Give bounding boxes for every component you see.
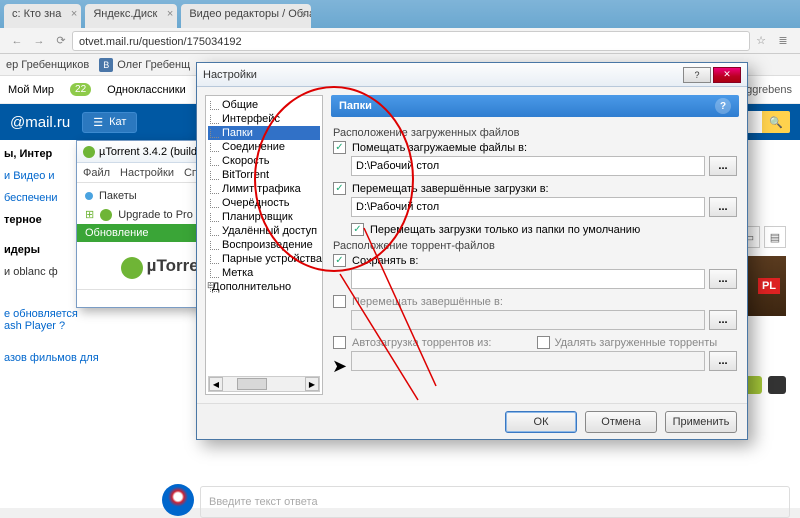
- settings-tree[interactable]: Общие Интерфейс Папки Соединение Скорост…: [205, 95, 323, 395]
- browse-button[interactable]: ...: [709, 156, 737, 176]
- nav-link[interactable]: Мой Мир: [8, 84, 54, 96]
- tree-remote[interactable]: Удалённый доступ: [208, 224, 320, 238]
- checkbox-save-torrents[interactable]: [333, 254, 346, 267]
- apple-icon[interactable]: [768, 376, 786, 394]
- bookmark-item[interactable]: ер Гребенщиков: [6, 59, 89, 71]
- tree-scheduler[interactable]: Планировщик: [208, 210, 320, 224]
- forward-icon[interactable]: →: [28, 30, 50, 52]
- ok-button[interactable]: ОК: [505, 411, 577, 433]
- nav-link[interactable]: Одноклассники: [107, 84, 186, 96]
- tab-label: с: Кто зна: [12, 8, 61, 20]
- checkbox-move-torrents[interactable]: [333, 295, 346, 308]
- browser-tab[interactable]: с: Кто зна ×: [4, 4, 81, 28]
- utorrent-icon: [83, 146, 95, 158]
- tree-general[interactable]: Общие: [208, 98, 320, 112]
- checkbox-label: Перемещать завершённые загрузки в:: [352, 183, 549, 195]
- menu-file[interactable]: Файл: [83, 167, 110, 179]
- tree-speed[interactable]: Скорость: [208, 154, 320, 168]
- answer-input[interactable]: Введите текст ответа: [200, 486, 790, 518]
- question-link[interactable]: азов фильмов для: [4, 352, 156, 364]
- badge: 22: [70, 83, 91, 96]
- tree-queue[interactable]: Очерёдность: [208, 196, 320, 210]
- browser-tab[interactable]: Видео редакторы / Обла×: [181, 4, 311, 28]
- bookmark-label: Олег Гребенщ: [117, 59, 190, 71]
- browse-button[interactable]: ...: [709, 269, 737, 289]
- group-label: Расположение загруженных файлов: [333, 127, 737, 139]
- checkbox-move-completed[interactable]: [333, 182, 346, 195]
- tree-paired[interactable]: Парные устройства: [208, 252, 320, 266]
- checkbox-label: Перемещать загрузки только из папки по у…: [370, 224, 640, 236]
- mailru-logo[interactable]: @mail.ru: [10, 114, 70, 131]
- url-text: otvet.mail.ru/question/175034192: [79, 36, 242, 48]
- checkbox-delete-loaded[interactable]: [537, 336, 550, 349]
- bookmark-label: ер Гребенщиков: [6, 59, 89, 71]
- tree-connection[interactable]: Соединение: [208, 140, 320, 154]
- help-button[interactable]: ?: [683, 67, 711, 83]
- upgrade-icon: [100, 209, 112, 221]
- checkbox-autoload[interactable]: [333, 336, 346, 349]
- close-icon[interactable]: ×: [71, 8, 77, 20]
- browse-button[interactable]: ...: [709, 351, 737, 371]
- checkbox-label: Сохранять в:: [352, 255, 418, 267]
- dialog-title: Настройки: [203, 69, 257, 81]
- apply-button[interactable]: Применить: [665, 411, 737, 433]
- cancel-button[interactable]: Отмена: [585, 411, 657, 433]
- tab-label: Видео редакторы / Обла: [189, 8, 311, 20]
- tree-advanced[interactable]: Дополнительно: [208, 280, 320, 294]
- checkbox-label: Перемещать завершённые в:: [352, 296, 503, 308]
- tree-label[interactable]: Метка: [208, 266, 320, 280]
- close-button[interactable]: ✕: [713, 67, 741, 83]
- path-completed[interactable]: [351, 197, 705, 217]
- browse-button[interactable]: ...: [709, 197, 737, 217]
- tree-traffic[interactable]: Лимит трафика: [208, 182, 320, 196]
- browse-button[interactable]: ...: [709, 310, 737, 330]
- group-label: Расположение торрент-файлов: [333, 240, 737, 252]
- checkbox-put-downloading[interactable]: [333, 141, 346, 154]
- address-bar[interactable]: otvet.mail.ru/question/175034192: [72, 31, 750, 51]
- panel-heading: Папки ?: [331, 95, 739, 117]
- placeholder-text: Введите текст ответа: [209, 496, 318, 508]
- horizontal-scrollbar[interactable]: ◀▶: [208, 376, 320, 392]
- question-link[interactable]: е обновляетсяash Player ?: [4, 308, 156, 332]
- bookmark-item[interactable]: B Олег Гребенщ: [99, 58, 190, 72]
- checkbox-label: Автозагрузка торрентов из:: [352, 337, 491, 349]
- path-torrents[interactable]: [351, 269, 705, 289]
- checkbox-default-only[interactable]: [351, 223, 364, 236]
- tab-label: Яндекс.Диск: [93, 8, 157, 20]
- menu-settings[interactable]: Настройки: [120, 167, 174, 179]
- star-icon[interactable]: ☆: [750, 30, 772, 52]
- help-icon[interactable]: ?: [715, 98, 731, 114]
- dot-icon: [85, 192, 93, 200]
- cursor-icon: ➤: [332, 356, 347, 377]
- checkbox-label: Удалять загруженные торренты: [554, 337, 717, 349]
- categories-button[interactable]: ☰ Кат: [82, 112, 137, 133]
- tree-folders[interactable]: Папки: [208, 126, 320, 140]
- back-icon[interactable]: ←: [6, 30, 28, 52]
- vk-icon: B: [99, 58, 113, 72]
- close-icon[interactable]: ×: [167, 8, 173, 20]
- settings-dialog: Настройки ? ✕ Общие Интерфейс Папки Соед…: [196, 62, 748, 440]
- path-autoload: [351, 351, 705, 371]
- view-icon[interactable]: ▤: [764, 226, 786, 248]
- path-move-torrents: [351, 310, 705, 330]
- checkbox-label: Помещать загружаемые файлы в:: [352, 142, 527, 154]
- window-title: µTorrent 3.4.2 (build 3: [99, 146, 206, 158]
- path-downloading[interactable]: [351, 156, 705, 176]
- avatar: [162, 484, 194, 516]
- tree-interface[interactable]: Интерфейс: [208, 112, 320, 126]
- tree-bittorrent[interactable]: BitTorrent: [208, 168, 320, 182]
- close-icon[interactable]: ×: [301, 8, 307, 20]
- menu-icon[interactable]: ≣: [772, 30, 794, 52]
- search-icon: 🔍: [769, 117, 783, 129]
- reload-icon[interactable]: ⟳: [50, 30, 72, 52]
- dialog-titlebar[interactable]: Настройки ? ✕: [197, 63, 747, 87]
- search-button[interactable]: 🔍: [762, 111, 790, 133]
- tree-playback[interactable]: Воспроизведение: [208, 238, 320, 252]
- browser-tab[interactable]: Яндекс.Диск ×: [85, 4, 177, 28]
